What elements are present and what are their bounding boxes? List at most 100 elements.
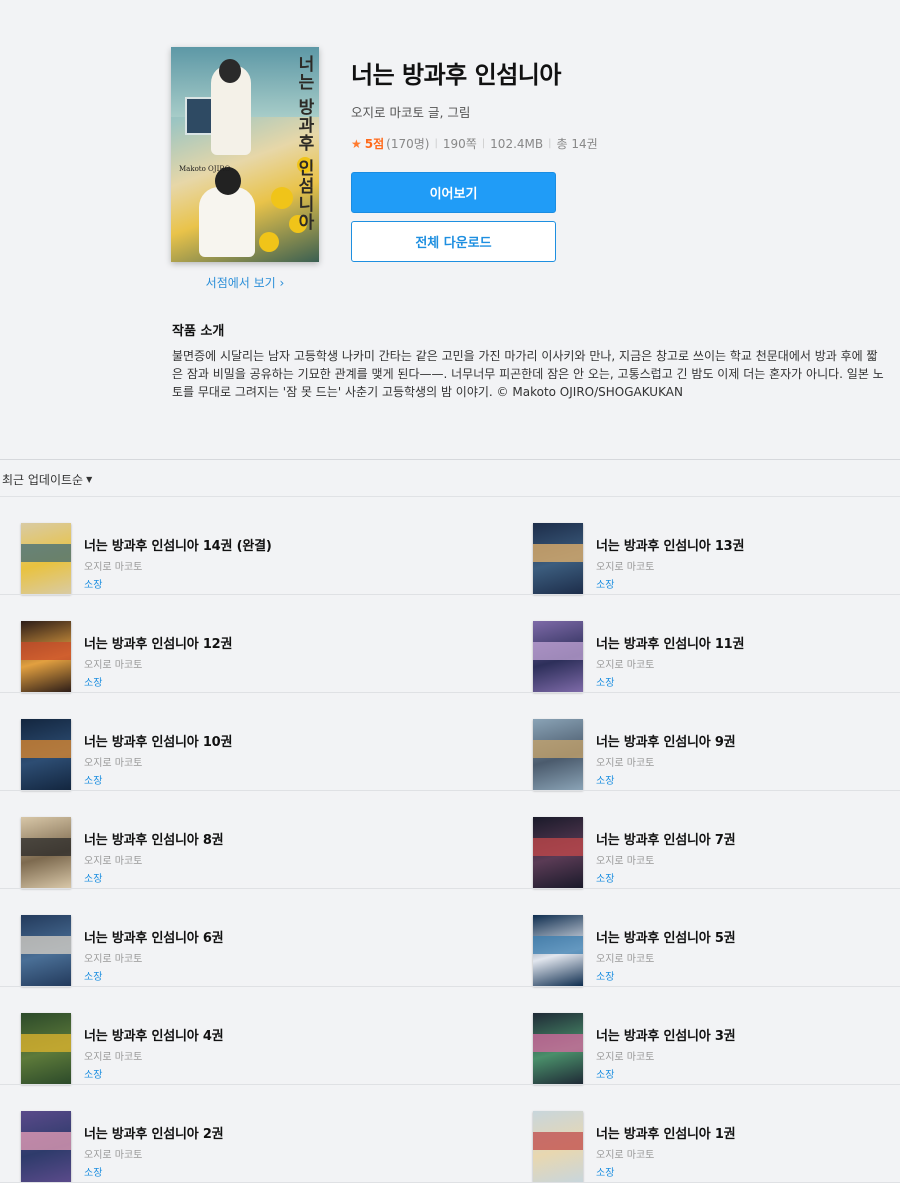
- volume-item[interactable]: 너는 방과후 인섬니아 6권 오지로 마코토 소장: [21, 915, 421, 986]
- volume-text: 너는 방과후 인섬니아 2권 오지로 마코토 소장: [84, 1123, 224, 1179]
- meta-separator: |: [481, 138, 486, 149]
- volume-title[interactable]: 너는 방과후 인섬니아 13권: [596, 535, 744, 554]
- book-detail-header: 너는 방과후 인섬니아 Makoto OJIRO 서점에서 보기 › 너는 방과…: [0, 0, 900, 460]
- volume-item[interactable]: 너는 방과후 인섬니아 10권 오지로 마코토 소장: [21, 719, 421, 790]
- volume-item[interactable]: 너는 방과후 인섬니아 7권 오지로 마코토 소장: [533, 817, 900, 888]
- volume-title[interactable]: 너는 방과후 인섬니아 5권: [596, 927, 736, 946]
- volume-text: 너는 방과후 인섬니아 5권 오지로 마코토 소장: [596, 927, 736, 983]
- thumbnail-art: [533, 1132, 583, 1151]
- book-cover-image[interactable]: 너는 방과후 인섬니아 Makoto OJIRO: [171, 47, 319, 262]
- volume-thumbnail[interactable]: [533, 1013, 583, 1084]
- volume-title[interactable]: 너는 방과후 인섬니아 6권: [84, 927, 224, 946]
- rating-count: (170명): [386, 137, 430, 151]
- thumbnail-art: [21, 740, 71, 759]
- cover-title-text: 너는 방과후 인섬니아: [294, 55, 314, 231]
- thumbnail-art: [533, 740, 583, 759]
- volume-text: 너는 방과후 인섬니아 10권 오지로 마코토 소장: [84, 731, 232, 787]
- ownership-status: 소장: [596, 776, 615, 787]
- volume-item[interactable]: 너는 방과후 인섬니아 5권 오지로 마코토 소장: [533, 915, 900, 986]
- volume-title[interactable]: 너는 방과후 인섬니아 2권: [84, 1123, 224, 1142]
- volume-item[interactable]: 너는 방과후 인섬니아 1권 오지로 마코토 소장: [533, 1111, 900, 1182]
- volume-row: 너는 방과후 인섬니아 4권 오지로 마코토 소장 너는 방과후 인섬니아 3권오지로…: [0, 987, 900, 1085]
- volume-thumbnail[interactable]: [21, 523, 71, 594]
- volume-text: 너는 방과후 인섬니아 6권 오지로 마코토 소장: [84, 927, 224, 983]
- volume-title[interactable]: 너는 방과후 인섬니아 4권: [84, 1025, 224, 1044]
- thumbnail-art: [21, 1132, 71, 1151]
- volume-item[interactable]: 너는 방과후 인섬니아 11권 오지로 마코토 소장: [533, 621, 900, 692]
- volume-title[interactable]: 너는 방과후 인섬니아 8권: [84, 829, 224, 848]
- volume-item[interactable]: 너는 방과후 인섬니아 2권 오지로 마코토 소장: [21, 1111, 421, 1182]
- page-count: 190쪽: [442, 137, 477, 151]
- thumbnail-art: [533, 838, 583, 857]
- book-author[interactable]: 오지로 마코토 글, 그림: [351, 102, 871, 121]
- volume-author: 오지로 마코토: [596, 758, 655, 769]
- view-in-store-link[interactable]: 서점에서 보기 ›: [171, 274, 319, 291]
- thumbnail-art: [21, 544, 71, 563]
- volume-title[interactable]: 너는 방과후 인섬니아 7권: [596, 829, 736, 848]
- meta-separator: |: [548, 138, 552, 149]
- thumbnail-art: [533, 642, 583, 661]
- book-title: 너는 방과후 인섬니아: [351, 61, 561, 89]
- ownership-status: 소장: [84, 580, 103, 591]
- volume-thumbnail[interactable]: [533, 719, 583, 790]
- volume-text: 너는 방과후 인섬니아 1권 오지로 마코토 소장: [596, 1123, 736, 1179]
- thumbnail-art: [533, 1034, 583, 1053]
- volume-title[interactable]: 너는 방과후 인섬니아 9권: [596, 731, 736, 750]
- volume-text: 너는 방과후 인섬니아 7권 오지로 마코토 소장: [596, 829, 736, 885]
- volume-thumbnail[interactable]: [21, 817, 71, 888]
- intro-text: 불면증에 시달리는 남자 고등학생 나카미 간타는 같은 고민을 가진 마가리 …: [172, 349, 884, 399]
- star-icon: ★: [351, 136, 362, 151]
- thumbnail-art: [533, 936, 583, 955]
- volume-thumbnail[interactable]: [533, 915, 583, 986]
- volume-thumbnail[interactable]: [533, 523, 583, 594]
- sort-dropdown[interactable]: 최근 업데이트순 ▼: [2, 471, 92, 488]
- volume-row: 너는 방과후 인섬니아 2권 오지로 마코토 소장 너는 방과후 인섬니아 1권오지로…: [0, 1085, 900, 1183]
- volume-thumbnail[interactable]: [21, 621, 71, 692]
- volume-thumbnail[interactable]: [21, 1111, 71, 1182]
- ownership-status: 소장: [596, 972, 615, 983]
- cover-figure-boy: [199, 187, 255, 257]
- volume-item[interactable]: 너는 방과후 인섬니아 13권 오지로 마코토 소장: [533, 523, 900, 594]
- section-divider: [0, 459, 900, 460]
- volume-title[interactable]: 너는 방과후 인섬니아 14권 (완결): [84, 535, 272, 554]
- volume-author: 오지로 마코토: [596, 1150, 655, 1161]
- thumbnail-art: [21, 642, 71, 661]
- volume-title[interactable]: 너는 방과후 인섬니아 1권: [596, 1123, 736, 1142]
- volume-author: 오지로 마코토: [84, 856, 143, 867]
- thumbnail-art: [21, 838, 71, 857]
- volume-title[interactable]: 너는 방과후 인섬니아 12권: [84, 633, 232, 652]
- volume-title[interactable]: 너는 방과후 인섬니아 11권: [596, 633, 744, 652]
- volume-row: 너는 방과후 인섬니아 6권 오지로 마코토 소장 너는 방과후 인섬니아 5권 오지로…: [0, 889, 900, 987]
- volume-item[interactable]: 너는 방과후 인섬니아 3권 오지로 마코토 소장: [533, 1013, 900, 1084]
- volume-item[interactable]: 너는 방과후 인섬니아 8권 오지로 마코토 소장: [21, 817, 421, 888]
- ownership-status: 소장: [84, 972, 103, 983]
- volume-item[interactable]: 너는 방과후 인섬니아 4권 오지로 마코토 소장: [21, 1013, 421, 1084]
- volume-thumbnail[interactable]: [533, 817, 583, 888]
- ownership-status: 소장: [84, 678, 103, 689]
- volume-item[interactable]: 너는 방과후 인섬니아 14권 (완결) 오지로 마코토 소장: [21, 523, 421, 594]
- volume-text: 너는 방과후 인섬니아 14권 (완결) 오지로 마코토 소장: [84, 535, 272, 591]
- cover-author-text: Makoto OJIRO: [179, 165, 231, 173]
- download-all-button[interactable]: 전체 다운로드: [351, 221, 556, 262]
- volume-author: 오지로 마코토: [596, 1052, 655, 1063]
- thumbnail-art: [21, 936, 71, 955]
- volume-author: 오지로 마코토: [84, 758, 143, 769]
- volume-thumbnail[interactable]: [533, 621, 583, 692]
- thumbnail-art: [533, 544, 583, 563]
- volume-thumbnail[interactable]: [533, 1111, 583, 1182]
- volume-thumbnail[interactable]: [21, 719, 71, 790]
- volume-title[interactable]: 너는 방과후 인섬니아 10권: [84, 731, 232, 750]
- volume-title[interactable]: 너는 방과후 인섬니아 3권: [596, 1025, 736, 1044]
- volume-row: 너는 방과후 인섬니아 12권 오지로 마코토 소장 너는 방과후 인섬니아 11권 오…: [0, 595, 900, 693]
- volume-thumbnail[interactable]: [21, 1013, 71, 1084]
- volume-item[interactable]: 너는 방과후 인섬니아 12권 오지로 마코토 소장: [21, 621, 421, 692]
- volume-author: 오지로 마코토: [596, 856, 655, 867]
- continue-reading-button[interactable]: 이어보기: [351, 172, 556, 213]
- volume-thumbnail[interactable]: [21, 915, 71, 986]
- volume-item[interactable]: 너는 방과후 인섬니아 9권오지로 마코토소장: [533, 719, 900, 790]
- ownership-status: 소장: [84, 1070, 103, 1081]
- volume-text: 너는 방과후 인섬니아 9권오지로 마코토소장: [596, 731, 736, 787]
- volume-text: 너는 방과후 인섬니아 13권 오지로 마코토 소장: [596, 535, 744, 591]
- volume-text: 너는 방과후 인섬니아 8권 오지로 마코토 소장: [84, 829, 224, 885]
- volume-text: 너는 방과후 인섬니아 3권 오지로 마코토 소장: [596, 1025, 736, 1081]
